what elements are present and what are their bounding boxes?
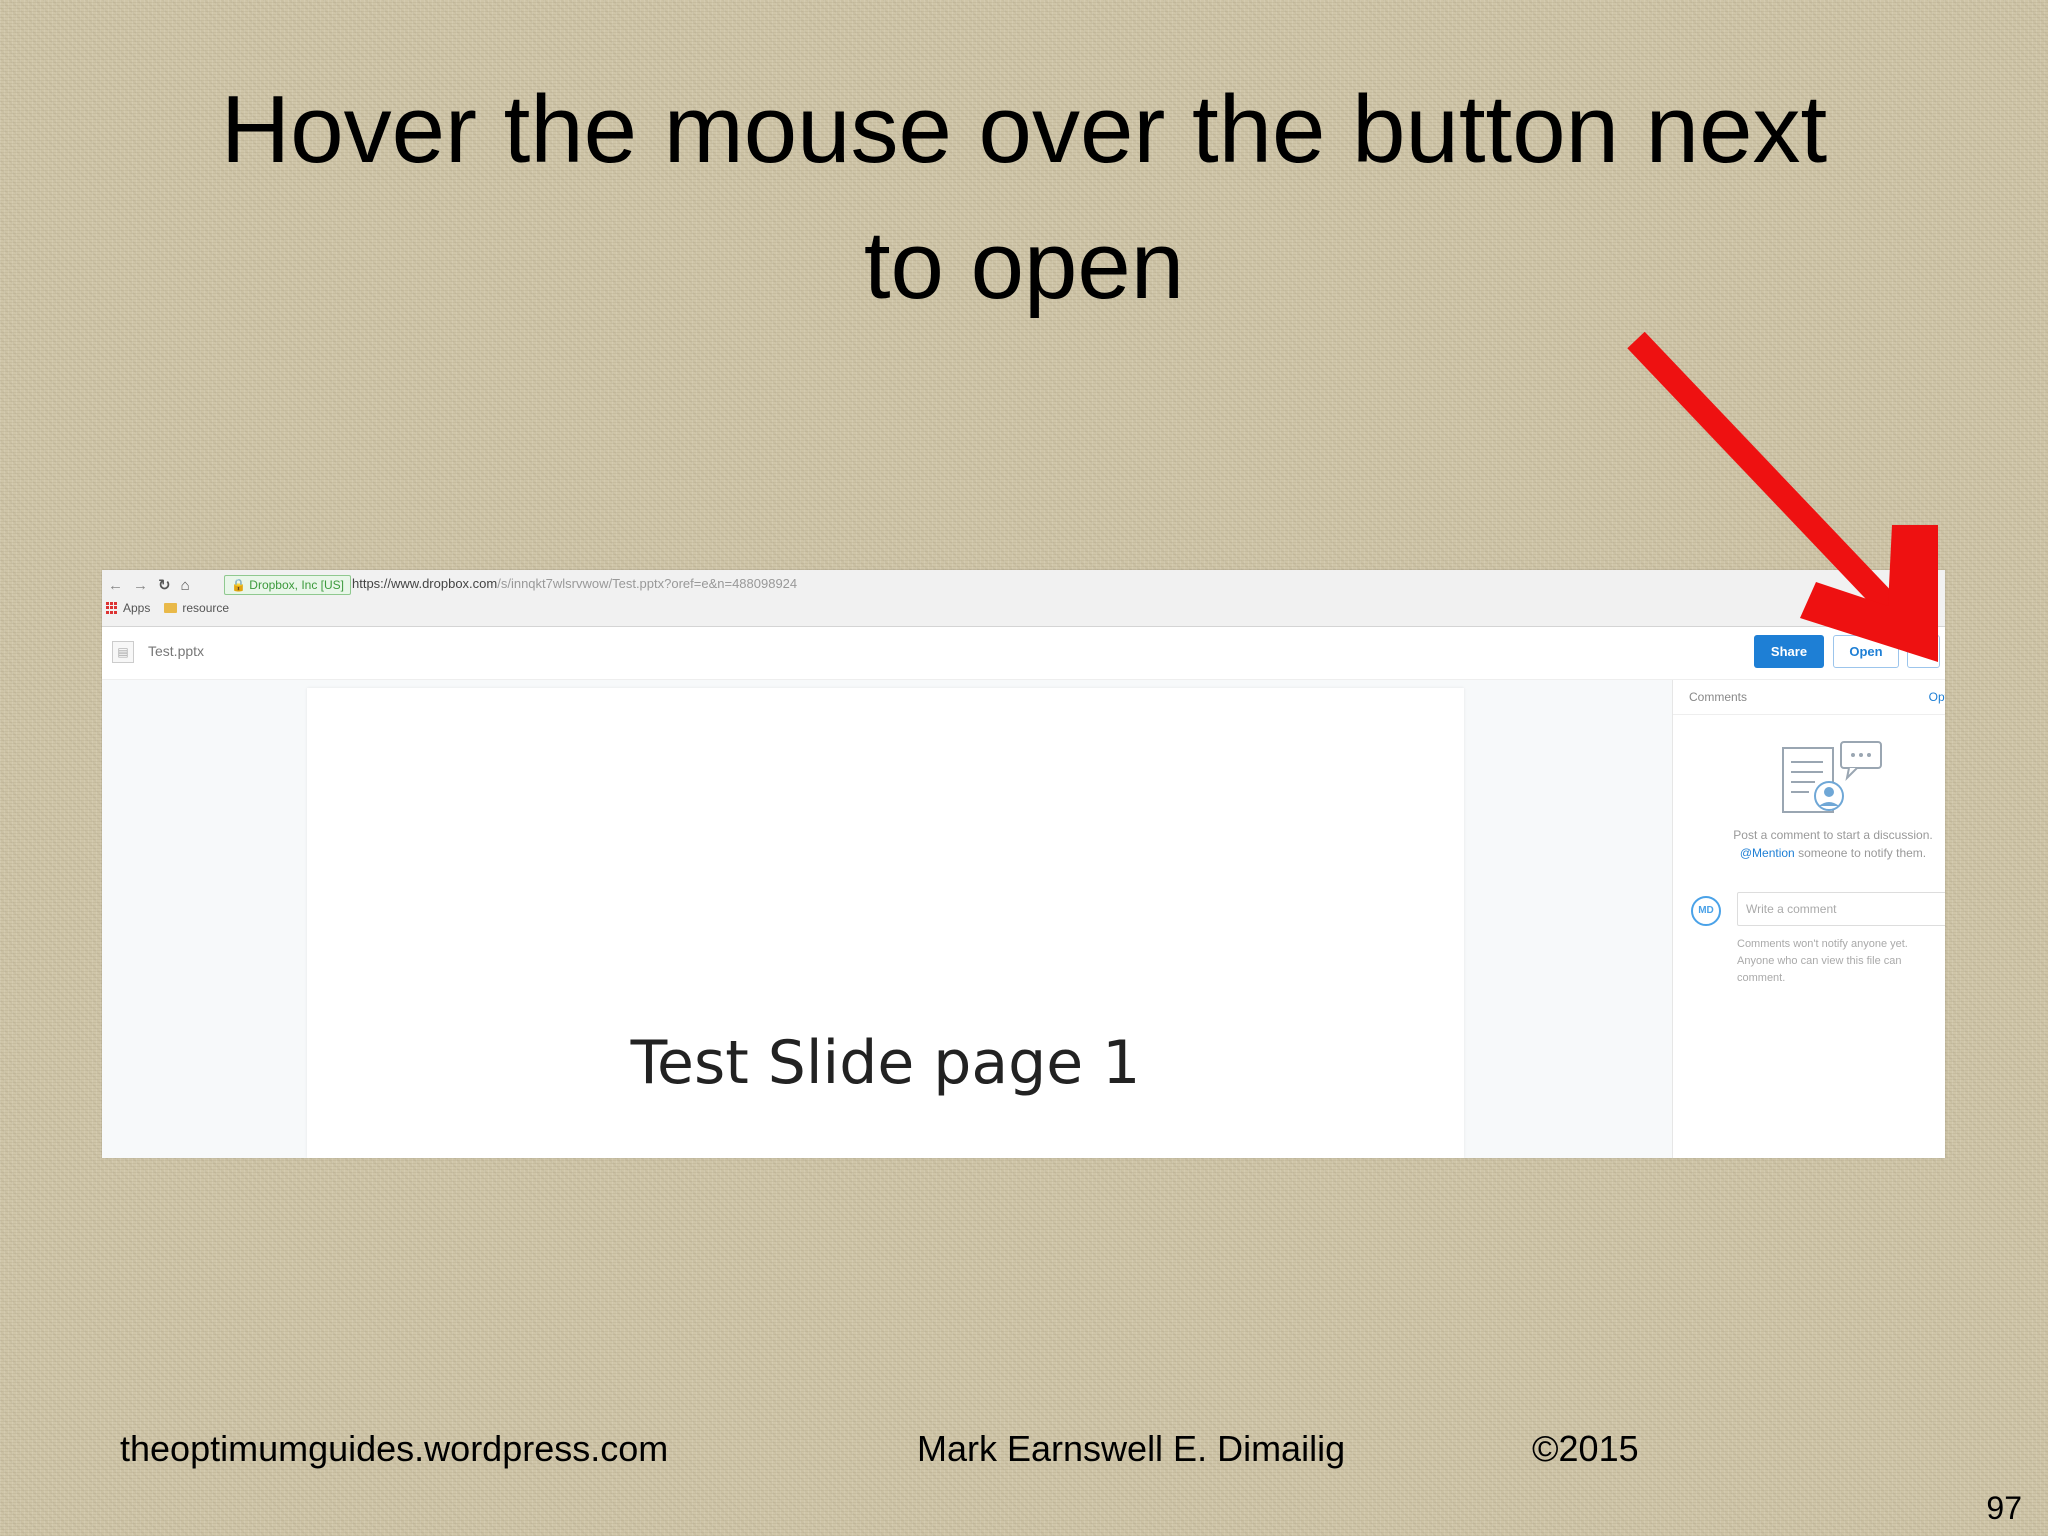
comment-input[interactable]	[1737, 892, 1945, 926]
file-name: Test.pptx	[148, 643, 205, 659]
forward-icon[interactable]: →	[133, 577, 148, 594]
comments-panel: Comments Opt Post a comment to start a d…	[1672, 680, 1945, 1158]
slide-title: Hover the mouse over the button next to …	[80, 62, 1968, 334]
comments-divider	[1673, 714, 1945, 715]
home-icon[interactable]: ⌂	[181, 577, 190, 594]
preview-slide-page: Test Slide page 1	[307, 688, 1464, 1158]
comments-notify-note: Comments won't notify anyone yet. Anyone…	[1737, 938, 1908, 984]
file-type-icon: ▤	[112, 641, 134, 663]
comments-options-link[interactable]: Opt	[1929, 690, 1945, 704]
comments-empty-line-2: @Mention someone to notify them.	[1713, 844, 1945, 862]
preview-slide-text: Test Slide page 1	[630, 1028, 1141, 1098]
reload-icon[interactable]: ↻	[158, 576, 171, 594]
comments-empty-message: Post a comment to start a discussion. @M…	[1713, 826, 1945, 862]
more-options-button[interactable]	[1907, 635, 1940, 668]
avatar: MD	[1691, 896, 1721, 926]
slide-page-number: 97	[1986, 1490, 2022, 1526]
bookmark-apps[interactable]: Apps	[106, 601, 150, 615]
browser-toolbar: ← → ↻ ⌂ 🔒 Dropbox, Inc [US] https://www.…	[102, 570, 1945, 627]
apps-grid-icon	[106, 602, 118, 614]
browser-screenshot: ← → ↻ ⌂ 🔒 Dropbox, Inc [US] https://www.…	[102, 570, 1945, 1158]
bookmark-star-icon[interactable]: ☆	[1919, 573, 1935, 594]
bookmark-resource-label: resource	[182, 601, 230, 615]
open-button[interactable]: Open	[1833, 635, 1899, 668]
discussion-illustration-icon	[1782, 741, 1882, 813]
bookmark-apps-label: Apps	[123, 601, 151, 615]
footer-website: theoptimumguides.wordpress.com	[120, 1428, 669, 1469]
bookmark-resource[interactable]: resource	[164, 601, 229, 615]
folder-icon	[164, 603, 178, 613]
bookmarks-bar: Apps resource	[106, 601, 229, 615]
comments-header: Comments	[1689, 690, 1748, 704]
lock-icon: 🔒	[231, 578, 246, 592]
ev-certificate-badge[interactable]: 🔒 Dropbox, Inc [US]	[224, 575, 352, 595]
share-button[interactable]: Share	[1754, 635, 1824, 668]
nav-buttons: ← → ↻ ⌂	[108, 576, 190, 595]
address-bar[interactable]: https://www.dropbox.com/s/innqkt7wlsrvwo…	[352, 575, 797, 593]
slide-title-line-1: Hover the mouse over the button next	[220, 76, 1828, 183]
footer-copyright: ©2015	[1532, 1428, 1639, 1469]
url-host: https://www.dropbox.com	[352, 576, 498, 591]
mention-link[interactable]: @Mention	[1740, 846, 1795, 860]
dropbox-file-header: ▤ Test.pptx Share Open	[102, 627, 1945, 680]
url-path: /s/innqkt7wlsrvwow/Test.pptx?oref=e&n=48…	[497, 576, 798, 591]
comments-empty-line-2-rest: someone to notify them.	[1794, 846, 1927, 860]
back-icon[interactable]: ←	[108, 577, 123, 594]
footer-author: Mark Earnswell E. Dimailig	[917, 1428, 1346, 1469]
comments-empty-line-1: Post a comment to start a discussion.	[1733, 828, 1933, 842]
slide-title-line-2: to open	[863, 212, 1185, 319]
file-preview-area: Test Slide page 1	[102, 680, 1672, 1158]
ev-badge-label: Dropbox, Inc [US]	[249, 578, 345, 592]
